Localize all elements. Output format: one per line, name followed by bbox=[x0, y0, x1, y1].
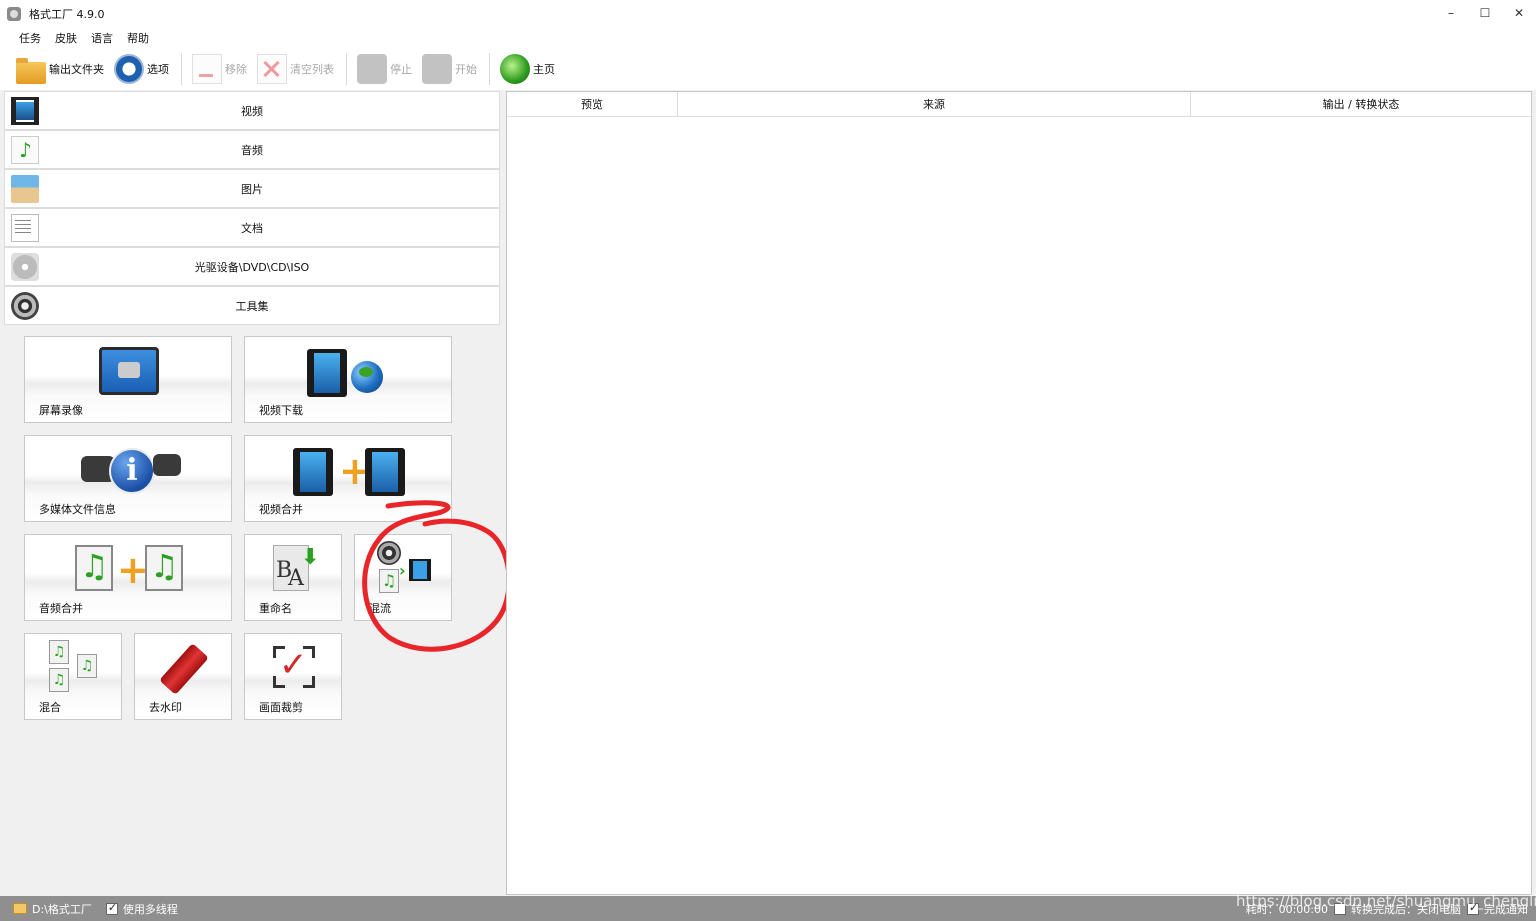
crop-icon: ✓ bbox=[273, 646, 315, 688]
remove-document-icon bbox=[192, 54, 222, 84]
image-icon bbox=[11, 175, 39, 203]
tool-label: 视频合并 bbox=[259, 503, 303, 516]
video-icon bbox=[11, 97, 39, 125]
tool-label: 视频下载 bbox=[259, 404, 303, 417]
output-folder-label: 输出文件夹 bbox=[49, 63, 104, 76]
category-label: 工具集 bbox=[235, 299, 269, 313]
clear-list-label: 清空列表 bbox=[290, 63, 334, 76]
menu-task[interactable]: 任务 bbox=[12, 30, 48, 46]
tool-mix[interactable]: ♫ ♫ ♫ 混合 bbox=[24, 633, 122, 720]
watermark-text: https://blog.csdn.net/shuangmu_chenglin bbox=[1236, 892, 1536, 910]
stop-label: 停止 bbox=[390, 63, 412, 76]
tools-icon bbox=[11, 292, 39, 320]
window-title: 格式工厂 4.9.0 bbox=[29, 7, 105, 21]
tool-rename[interactable]: BA ⬇ 重命名 bbox=[244, 534, 342, 621]
category-image[interactable]: 图片 bbox=[4, 169, 500, 208]
tool-label: 去水印 bbox=[149, 701, 182, 714]
task-list-header: 预览 来源 输出 / 转换状态 bbox=[507, 92, 1531, 117]
tool-media-info[interactable]: i 多媒体文件信息 bbox=[24, 435, 232, 522]
category-label: 文档 bbox=[241, 221, 263, 235]
close-button[interactable]: ✕ bbox=[1502, 0, 1536, 27]
app-logo-icon bbox=[7, 6, 21, 21]
mix-icon: ♫ ♫ ♫ bbox=[49, 640, 101, 694]
clear-list-icon bbox=[257, 54, 287, 84]
title-bar: 格式工厂 4.9.0 – ☐ ✕ bbox=[0, 0, 1536, 27]
toolbar: 输出文件夹 选项 移除 清空列表 停止 开始 主页 bbox=[0, 48, 1536, 90]
maximize-button[interactable]: ☐ bbox=[1468, 0, 1502, 27]
tool-remove-watermark[interactable]: 去水印 bbox=[134, 633, 232, 720]
highlight-circle-annotation bbox=[362, 500, 512, 652]
minimize-button[interactable]: – bbox=[1434, 0, 1468, 27]
left-panel: 视频 音频 图片 文档 光驱设备\DVD\CD\ISO 工具集 屏幕录像 视频下… bbox=[4, 91, 500, 895]
menu-help[interactable]: 帮助 bbox=[120, 30, 156, 46]
category-disc[interactable]: 光驱设备\DVD\CD\ISO bbox=[4, 247, 500, 286]
task-list-panel[interactable]: 预览 来源 输出 / 转换状态 bbox=[506, 91, 1532, 895]
disc-icon bbox=[11, 253, 39, 281]
menu-language[interactable]: 语言 bbox=[84, 30, 120, 46]
tool-crop[interactable]: ✓ 画面裁剪 bbox=[244, 633, 342, 720]
screen-record-icon bbox=[99, 347, 159, 395]
category-video[interactable]: 视频 bbox=[4, 91, 500, 130]
eraser-icon bbox=[159, 643, 209, 695]
document-icon bbox=[11, 214, 39, 242]
tool-label: 音频合并 bbox=[39, 602, 83, 615]
category-label: 音频 bbox=[241, 143, 263, 157]
output-path[interactable]: D:\格式工厂 bbox=[32, 901, 92, 917]
tool-video-download[interactable]: 视频下载 bbox=[244, 336, 452, 423]
clear-list-button[interactable]: 清空列表 bbox=[253, 51, 338, 87]
arrow-down-icon: ⬇ bbox=[301, 545, 320, 570]
column-header-source[interactable]: 来源 bbox=[678, 92, 1191, 116]
start-icon bbox=[422, 54, 452, 84]
stop-icon bbox=[357, 54, 387, 84]
tool-label: 多媒体文件信息 bbox=[39, 503, 116, 516]
audio-icon bbox=[11, 136, 39, 164]
category-tools[interactable]: 工具集 bbox=[4, 286, 500, 325]
menu-skin[interactable]: 皮肤 bbox=[48, 30, 84, 46]
tool-audio-join[interactable]: + 音频合并 bbox=[24, 534, 232, 621]
start-button[interactable]: 开始 bbox=[418, 51, 481, 87]
film-icon bbox=[293, 448, 333, 496]
options-label: 选项 bbox=[147, 63, 169, 76]
options-button[interactable]: 选项 bbox=[110, 51, 173, 87]
tool-screen-record[interactable]: 屏幕录像 bbox=[24, 336, 232, 423]
multithread-checkbox[interactable] bbox=[105, 901, 118, 915]
film-icon bbox=[365, 448, 405, 496]
category-label: 图片 bbox=[241, 182, 263, 196]
film-icon bbox=[307, 349, 347, 397]
output-folder-button[interactable]: 输出文件夹 bbox=[12, 51, 108, 87]
binoculars-icon bbox=[153, 454, 181, 476]
gear-icon bbox=[114, 54, 144, 84]
toolbar-divider bbox=[489, 53, 490, 85]
column-header-preview[interactable]: 预览 bbox=[507, 92, 678, 116]
toolbar-divider bbox=[346, 53, 347, 85]
start-label: 开始 bbox=[455, 63, 477, 76]
column-header-output-status[interactable]: 输出 / 转换状态 bbox=[1191, 92, 1531, 116]
audio-note-icon bbox=[75, 545, 113, 591]
folder-icon bbox=[16, 58, 46, 84]
tool-label: 画面裁剪 bbox=[259, 701, 303, 714]
window-controls: – ☐ ✕ bbox=[1434, 0, 1536, 27]
category-document[interactable]: 文档 bbox=[4, 208, 500, 247]
category-label: 视频 bbox=[241, 104, 263, 118]
folder-icon bbox=[13, 903, 27, 914]
home-button[interactable]: 主页 bbox=[496, 51, 559, 87]
menu-bar: 任务 皮肤 语言 帮助 bbox=[0, 27, 1536, 48]
remove-button[interactable]: 移除 bbox=[188, 51, 251, 87]
globe-icon bbox=[500, 54, 530, 84]
tool-label: 混合 bbox=[39, 701, 61, 714]
stop-button[interactable]: 停止 bbox=[353, 51, 416, 87]
tool-label: 重命名 bbox=[259, 602, 292, 615]
multithread-label: 使用多线程 bbox=[122, 902, 178, 916]
tool-label: 屏幕录像 bbox=[39, 404, 83, 417]
audio-note-icon bbox=[145, 545, 183, 591]
home-label: 主页 bbox=[533, 63, 555, 76]
remove-label: 移除 bbox=[225, 63, 247, 76]
info-icon: i bbox=[109, 448, 155, 494]
category-audio[interactable]: 音频 bbox=[4, 130, 500, 169]
globe-download-icon bbox=[351, 361, 383, 393]
toolbar-divider bbox=[181, 53, 182, 85]
category-label: 光驱设备\DVD\CD\ISO bbox=[194, 260, 310, 274]
